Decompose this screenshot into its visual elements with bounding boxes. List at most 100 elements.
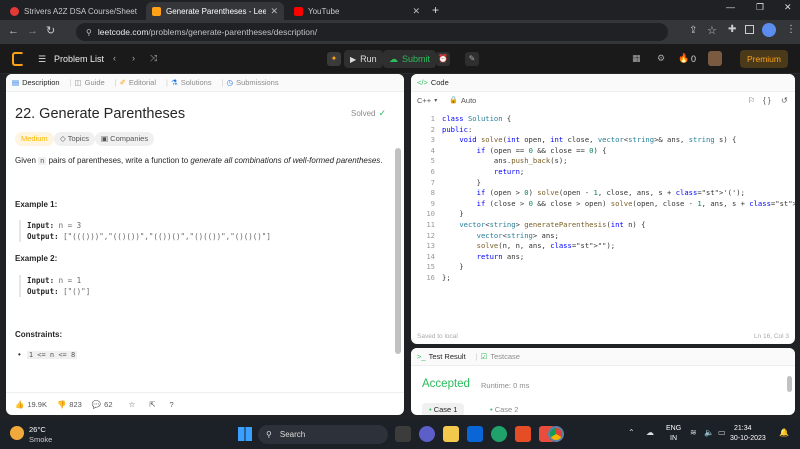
code-line[interactable]: };	[442, 273, 792, 284]
layout-icon[interactable]: ▦	[632, 53, 641, 64]
format-braces-icon[interactable]: { }	[763, 96, 771, 105]
dislike-icon[interactable]: 👎	[57, 400, 66, 409]
tab-submissions[interactable]: Submissions	[236, 78, 279, 87]
brave-icon[interactable]	[515, 426, 531, 442]
problem-list-link[interactable]: Problem List	[54, 54, 104, 64]
code-line[interactable]: class Solution {	[442, 114, 792, 125]
battery-icon[interactable]: ▭	[718, 428, 726, 437]
back-icon[interactable]: ←	[8, 25, 19, 37]
reload-icon[interactable]: ↻	[46, 24, 55, 37]
code-line[interactable]: }	[442, 178, 792, 189]
leetcode-logo-icon[interactable]	[12, 52, 24, 66]
user-avatar[interactable]	[708, 51, 722, 66]
code-line[interactable]: public:	[442, 125, 792, 136]
timer-icon[interactable]: ⏰	[436, 52, 450, 66]
notes-icon[interactable]: ✎	[465, 52, 479, 66]
code-line[interactable]: if (close > 0 && close > open) solve(ope…	[442, 199, 795, 210]
run-button[interactable]: ▶ Run	[344, 50, 383, 68]
browser-tab-leetcode[interactable]: Generate Parentheses - LeetCode ✕	[146, 2, 284, 20]
close-icon[interactable]: ✕	[266, 6, 278, 17]
taskbar-search[interactable]: ⚲ Search	[258, 425, 388, 444]
browser-tab-strivers[interactable]: Strivers A2Z DSA Course/Sheet ✕	[4, 2, 142, 20]
wifi-icon[interactable]: ≋	[690, 428, 697, 437]
minimize-icon[interactable]: —	[726, 2, 735, 12]
topics-button[interactable]: ◇ Topics	[54, 132, 95, 146]
line-number: 4	[430, 145, 435, 155]
tab-solutions[interactable]: Solutions	[181, 78, 212, 87]
code-line[interactable]: }	[442, 209, 792, 220]
bookmark-star-icon[interactable]: ☆	[707, 24, 717, 37]
chrome-icon[interactable]	[548, 426, 564, 442]
bookmark-icon[interactable]: ⚐	[748, 96, 755, 105]
extensions-icon[interactable]: ✚	[728, 24, 736, 35]
code-line[interactable]: solve(n, n, ans, class="st">"");	[442, 241, 792, 252]
auto-mode-label[interactable]: Auto	[461, 96, 476, 105]
comment-icon[interactable]: 💬	[92, 400, 101, 409]
code-line[interactable]: return;	[442, 167, 792, 178]
help-icon[interactable]: ?	[170, 400, 174, 409]
teams-icon[interactable]	[419, 426, 435, 442]
favorite-star-icon[interactable]: ☆	[129, 400, 136, 409]
tab-testcase[interactable]: Testcase	[490, 352, 520, 361]
tab-editorial[interactable]: Editorial	[129, 78, 156, 87]
forward-icon[interactable]: →	[27, 25, 38, 37]
sidepanel-icon[interactable]	[745, 25, 754, 34]
browser-tab-youtube[interactable]: YouTube ✕	[288, 2, 426, 20]
clock-date[interactable]: 30-10-2023	[730, 435, 766, 442]
reset-icon[interactable]: ↺	[781, 96, 788, 105]
tab-description[interactable]: Description	[22, 78, 60, 87]
tray-chevron-icon[interactable]: ⌃	[628, 428, 635, 437]
language-select[interactable]: C++	[417, 96, 431, 105]
lang-secondary[interactable]: IN	[670, 435, 677, 442]
new-tab-icon[interactable]: +	[432, 3, 439, 17]
next-problem-icon[interactable]: ›	[132, 53, 135, 63]
description-scrollbar[interactable]	[395, 148, 401, 354]
lang-primary[interactable]: ENG	[666, 425, 681, 432]
volume-icon[interactable]: 🔈	[704, 428, 714, 437]
windows-start-icon[interactable]	[238, 427, 252, 441]
close-icon[interactable]: ✕	[137, 6, 142, 17]
like-icon[interactable]: 👍	[15, 400, 24, 409]
cloud-tray-icon[interactable]: ☁	[646, 428, 654, 437]
weather-icon[interactable]	[10, 426, 24, 440]
case-1-tab[interactable]: • Case 1	[422, 403, 465, 415]
premium-button[interactable]: Premium	[740, 50, 788, 68]
list-icon[interactable]: ☰	[38, 54, 46, 65]
submit-button[interactable]: ☁ Submit	[383, 50, 437, 68]
clock-time[interactable]: 21:34	[734, 425, 752, 432]
result-scrollbar[interactable]	[787, 376, 792, 392]
site-info-icon[interactable]: ⚲	[86, 28, 92, 37]
restore-icon[interactable]: ❐	[756, 2, 764, 13]
code-line[interactable]: if (open == 0 && close == 0) {	[442, 146, 792, 157]
browser-menu-icon[interactable]: ⋮	[786, 24, 796, 35]
code-line[interactable]: if (open > 0) solve(open - 1, close, ans…	[442, 188, 792, 199]
window-close-icon[interactable]: ✕	[784, 2, 792, 13]
dropbox-icon[interactable]	[467, 426, 483, 442]
tab-test-result[interactable]: Test Result	[429, 352, 466, 361]
companies-button[interactable]: ▣ Companies	[95, 132, 155, 146]
settings-gear-icon[interactable]: ⚙	[657, 53, 665, 64]
prev-problem-icon[interactable]: ‹	[113, 53, 116, 63]
tab-divider: |	[166, 78, 168, 87]
task-view-icon[interactable]	[395, 426, 411, 442]
case-2-tab[interactable]: • Case 2	[483, 403, 525, 415]
debug-icon[interactable]: ✦	[327, 52, 341, 66]
code-line[interactable]: vector<string> ans;	[442, 231, 792, 242]
profile-avatar-icon[interactable]	[762, 23, 776, 37]
code-line[interactable]: }	[442, 262, 792, 273]
edge-icon[interactable]	[491, 426, 507, 442]
code-line[interactable]: vector<string> generateParenthesis(int n…	[442, 220, 792, 231]
share-icon[interactable]: ⇪	[689, 25, 697, 36]
code-area[interactable]: class Solution {public: void solve(int o…	[442, 114, 795, 284]
code-line[interactable]: ans.push_back(s);	[442, 156, 792, 167]
url-bar[interactable]: ⚲ leetcode.com /problems/generate-parent…	[76, 23, 668, 41]
close-icon[interactable]: ✕	[408, 6, 420, 17]
file-explorer-icon[interactable]	[443, 426, 459, 442]
shuffle-icon[interactable]: ⤨	[150, 53, 157, 64]
code-line[interactable]: void solve(int open, int close, vector<s…	[442, 135, 792, 146]
notifications-icon[interactable]: 🔔	[779, 428, 789, 437]
streak-fire-icon[interactable]: 🔥	[678, 53, 689, 64]
share-icon[interactable]: ⇱	[149, 400, 155, 409]
tab-guide[interactable]: Guide	[85, 78, 105, 87]
code-line[interactable]: return ans;	[442, 252, 792, 263]
